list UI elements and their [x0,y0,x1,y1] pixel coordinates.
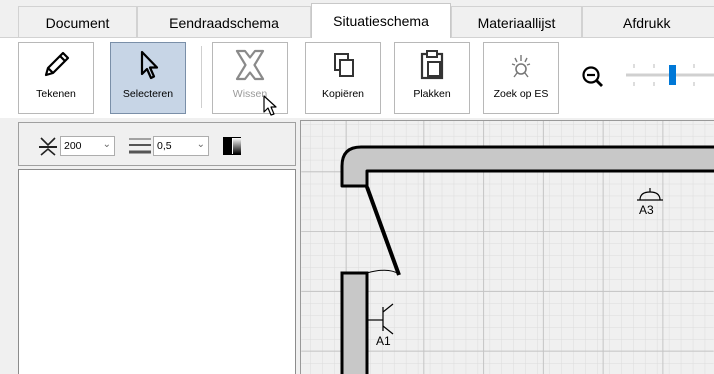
tab-afdrukken[interactable]: Afdrukk [582,6,714,38]
line-thickness-icon [128,136,152,156]
cursor-arrow-icon [111,43,185,87]
delete-x-icon [213,43,287,87]
size-select-value: 200 [64,140,82,152]
symbol-label-a1[interactable]: A1 [376,334,391,348]
paste-button-label: Plakken [413,88,451,100]
lamp-search-icon [484,43,558,87]
select-button[interactable]: Selecteren [110,42,186,114]
copy-button[interactable]: Kopiëren [305,42,381,114]
copy-button-label: Kopiëren [321,88,365,100]
tab-document-label: Document [45,14,110,31]
select-button-label: Selecteren [122,88,174,100]
properties-toolbar: 200 ⌄ 0,5 ⌄ [18,122,296,166]
tab-materiaallijst-label: Materiaallijst [477,14,556,31]
color-picker-icon[interactable] [223,137,241,155]
paste-button[interactable]: Plakken [394,42,470,114]
properties-body [18,169,296,374]
toolbar: Tekenen Selecteren Wissen Kopiëren Plakk… [0,38,714,118]
tab-situatieschema-label: Situatieschema [333,13,429,29]
tab-document[interactable]: Document [18,6,137,38]
pencil-icon [19,43,93,87]
zoom-slider[interactable] [622,60,714,90]
drawing-canvas[interactable]: A3 A1 [300,120,714,374]
search-es-button[interactable]: Zoek op ES [483,42,559,114]
chevron-down-icon: ⌄ [196,139,205,150]
zoom-out-icon[interactable] [580,64,606,90]
thickness-select-value: 0,5 [157,140,172,152]
tab-materiaallijst[interactable]: Materiaallijst [451,6,582,38]
symbol-a3-shape [637,188,663,201]
toolbar-separator [201,46,202,108]
paste-icon [395,43,469,87]
symbol-label-a3[interactable]: A3 [639,203,654,217]
tab-afdrukken-label: Afdrukk [623,14,671,31]
text-size-icon [37,135,59,157]
floor-plan [340,145,714,374]
tab-situatieschema[interactable]: Situatieschema [311,3,451,38]
chevron-down-icon: ⌄ [102,139,111,150]
door-arc [366,269,400,275]
tab-eendraadschema-label: Eendraadschema [169,14,279,31]
tab-eendraadschema[interactable]: Eendraadschema [137,6,311,38]
wall-top [340,145,714,188]
size-select[interactable]: 200 ⌄ [60,136,115,156]
search-es-button-label: Zoek op ES [493,88,549,100]
mouse-cursor-icon [263,95,279,117]
properties-panel: 200 ⌄ 0,5 ⌄ [18,122,296,374]
draw-button[interactable]: Tekenen [18,42,94,114]
copy-icon [306,43,380,87]
wall-left-lower [340,271,369,374]
thickness-select[interactable]: 0,5 ⌄ [153,136,209,156]
draw-button-label: Tekenen [36,88,76,100]
door-leaf [365,186,401,276]
symbol-a1-shape [367,303,394,335]
tab-bar: Document Eendraadschema Situatieschema M… [0,0,714,38]
